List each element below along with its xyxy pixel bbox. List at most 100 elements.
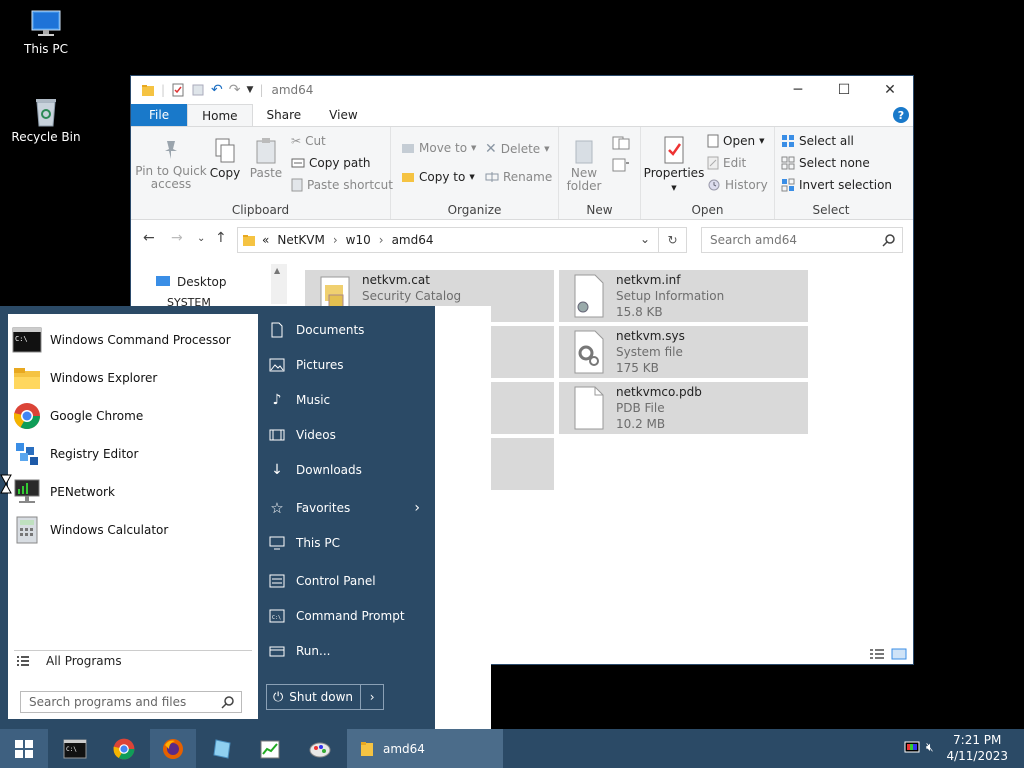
- start-item-documents[interactable]: Documents: [268, 318, 428, 342]
- breadcrumb-overflow[interactable]: «: [262, 233, 269, 247]
- properties-qa-icon[interactable]: [171, 83, 185, 97]
- invert-selection-button[interactable]: Invert selection: [781, 178, 892, 192]
- maximize-button[interactable]: ☐: [821, 76, 867, 104]
- close-button[interactable]: ✕: [867, 76, 913, 104]
- start-item-videos[interactable]: Videos: [268, 423, 428, 447]
- paste-icon: [256, 138, 276, 164]
- tab-file[interactable]: File: [131, 104, 188, 126]
- paste-button[interactable]: Paste: [247, 137, 285, 180]
- redo-icon[interactable]: ↷: [229, 82, 241, 98]
- paste-shortcut-button[interactable]: Paste shortcut: [291, 178, 393, 192]
- new-folder-qa-icon[interactable]: [191, 83, 205, 97]
- desktop-icon-recycle-bin[interactable]: Recycle Bin: [6, 96, 86, 144]
- rename-button[interactable]: Rename: [485, 170, 552, 184]
- taskbar-window-amd64[interactable]: amd64: [347, 729, 503, 768]
- back-button[interactable]: ←: [143, 230, 155, 246]
- program-windows-calculator[interactable]: Windows Calculator: [12, 512, 252, 548]
- copy-button[interactable]: Copy: [207, 137, 243, 180]
- edit-button[interactable]: Edit: [707, 156, 746, 170]
- select-all-button[interactable]: Select all: [781, 134, 854, 148]
- chevron-down-icon: ▼: [471, 144, 477, 152]
- start-item-pictures[interactable]: Pictures: [268, 353, 428, 377]
- tab-home[interactable]: Home: [187, 104, 253, 126]
- tab-share[interactable]: Share: [253, 104, 316, 126]
- delete-button[interactable]: ✕ Delete ▼: [485, 141, 550, 157]
- program-google-chrome[interactable]: Google Chrome: [12, 398, 252, 434]
- breadcrumb-amd64[interactable]: amd64: [392, 233, 434, 247]
- quick-access-toolbar: | ↶ ↷ ▼ |: [131, 82, 263, 98]
- tab-view[interactable]: View: [315, 104, 371, 126]
- pin-quick-access-button[interactable]: Pin to Quick access: [135, 137, 207, 191]
- history-button[interactable]: History: [707, 178, 768, 192]
- copy-path-button[interactable]: Copy path: [291, 156, 371, 170]
- taskbar-cmd[interactable]: C:\: [52, 729, 98, 768]
- taskbar-app-4[interactable]: [199, 729, 245, 768]
- copy-icon: [215, 138, 235, 163]
- start-item-this-pc[interactable]: This PC: [268, 531, 428, 555]
- program-label: Windows Calculator: [50, 523, 169, 537]
- minimize-button[interactable]: ─: [775, 76, 821, 104]
- shutdown-options-button[interactable]: ›: [361, 690, 383, 704]
- taskbar-chrome[interactable]: [101, 729, 147, 768]
- shutdown-button[interactable]: ⏻ Shut down ›: [266, 684, 384, 710]
- select-none-label: Select none: [799, 156, 870, 170]
- paste-label: Paste: [249, 166, 283, 180]
- taskbar-firefox[interactable]: [150, 729, 196, 768]
- program-command-processor[interactable]: C:\ Windows Command Processor: [12, 322, 252, 358]
- new-item-icon[interactable]: [611, 135, 631, 151]
- display-icon[interactable]: [904, 740, 920, 756]
- program-windows-explorer[interactable]: Windows Explorer: [12, 360, 252, 396]
- clock[interactable]: 7:21 PM 4/11/2023: [946, 732, 1008, 764]
- tiles-view-icon[interactable]: [891, 648, 907, 660]
- help-icon[interactable]: ?: [893, 107, 909, 123]
- start-item-downloads[interactable]: ↓ Downloads: [268, 458, 428, 482]
- start-button[interactable]: [0, 729, 48, 768]
- cut-button[interactable]: ✂ Cut: [291, 134, 326, 148]
- undo-icon[interactable]: ↶: [211, 82, 223, 98]
- recent-locations-button[interactable]: ⌄: [197, 233, 205, 244]
- program-registry-editor[interactable]: Registry Editor: [12, 436, 252, 472]
- network-icon: [14, 479, 40, 503]
- breadcrumb-sep[interactable]: ›: [333, 233, 338, 247]
- breadcrumb-netkvm[interactable]: NetKVM: [277, 233, 325, 247]
- properties-button[interactable]: Properties ▼: [643, 135, 705, 195]
- start-item-favorites[interactable]: ☆ Favorites ›: [268, 496, 428, 520]
- file-tile-netkvmco-pdb[interactable]: netkvmco.pdb PDB File 10.2 MB: [559, 382, 808, 434]
- move-to-button[interactable]: Move to ▼: [401, 141, 476, 155]
- all-programs-button[interactable]: All Programs: [16, 654, 122, 668]
- scrollbar[interactable]: ▲: [271, 264, 287, 304]
- up-button[interactable]: ↑: [215, 230, 227, 246]
- chevron-down-icon[interactable]: ⌄: [640, 232, 650, 246]
- move-to-label: Move to: [419, 141, 468, 155]
- start-search-input[interactable]: Search programs and files: [20, 691, 242, 713]
- taskbar-app-6[interactable]: [297, 729, 343, 768]
- breadcrumb-sep[interactable]: ›: [379, 233, 384, 247]
- rename-label: Rename: [503, 170, 553, 184]
- ribbon-tabs: File Home Share View ?: [131, 104, 913, 126]
- start-item-command-prompt[interactable]: C:\ Command Prompt: [268, 604, 428, 628]
- start-item-control-panel[interactable]: Control Panel: [268, 569, 428, 593]
- copy-to-button[interactable]: Copy to ▼: [401, 170, 475, 184]
- easy-access-icon[interactable]: [611, 157, 631, 173]
- chevron-down-icon[interactable]: ▼: [247, 85, 254, 95]
- file-tile-netkvm-inf[interactable]: netkvm.inf Setup Information 15.8 KB: [559, 270, 808, 322]
- forward-button[interactable]: →: [171, 230, 183, 246]
- file-tile-netkvm-sys[interactable]: netkvm.sys System file 175 KB: [559, 326, 808, 378]
- start-item-music[interactable]: ♪ Music: [268, 388, 428, 412]
- details-view-icon[interactable]: [869, 648, 885, 660]
- address-bar[interactable]: « NetKVM › w10 › amd64 ⌄: [237, 227, 659, 253]
- select-none-button[interactable]: Select none: [781, 156, 870, 170]
- desktop-icon-this-pc[interactable]: This PC: [6, 8, 86, 56]
- breadcrumb-w10[interactable]: w10: [346, 233, 371, 247]
- shutdown-main[interactable]: ⏻ Shut down: [267, 685, 362, 709]
- open-button[interactable]: Open ▼: [707, 134, 764, 148]
- program-penetwork[interactable]: PENetwork: [12, 474, 252, 510]
- new-folder-button[interactable]: New folder: [563, 137, 605, 193]
- refresh-button[interactable]: ↻: [659, 227, 687, 253]
- search-input[interactable]: Search amd64: [701, 227, 903, 253]
- start-item-run[interactable]: Run...: [268, 639, 428, 663]
- nav-item-desktop[interactable]: Desktop: [155, 275, 227, 289]
- file-name: netkvmco.pdb: [616, 385, 702, 399]
- taskbar-app-5[interactable]: [247, 729, 293, 768]
- volume-muted-icon[interactable]: 🔇︎: [926, 740, 934, 756]
